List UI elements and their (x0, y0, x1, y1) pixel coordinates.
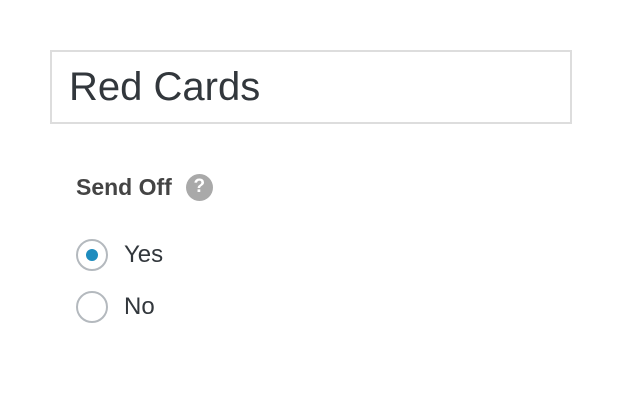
radio-label-yes[interactable]: Yes (124, 241, 163, 269)
radio-label-no[interactable]: No (124, 293, 155, 321)
radio-button-yes[interactable] (76, 239, 108, 271)
send-off-field-header: Send Off ? (76, 172, 213, 202)
radio-checked-dot (86, 249, 98, 261)
page: Send Off ? Yes No (0, 0, 624, 400)
radio-button-no[interactable] (76, 291, 108, 323)
title-input[interactable] (50, 50, 572, 124)
help-icon[interactable]: ? (185, 173, 213, 201)
radio-option-yes[interactable]: Yes (76, 238, 163, 272)
send-off-label: Send Off (76, 173, 172, 200)
radio-option-no[interactable]: No (76, 290, 155, 324)
